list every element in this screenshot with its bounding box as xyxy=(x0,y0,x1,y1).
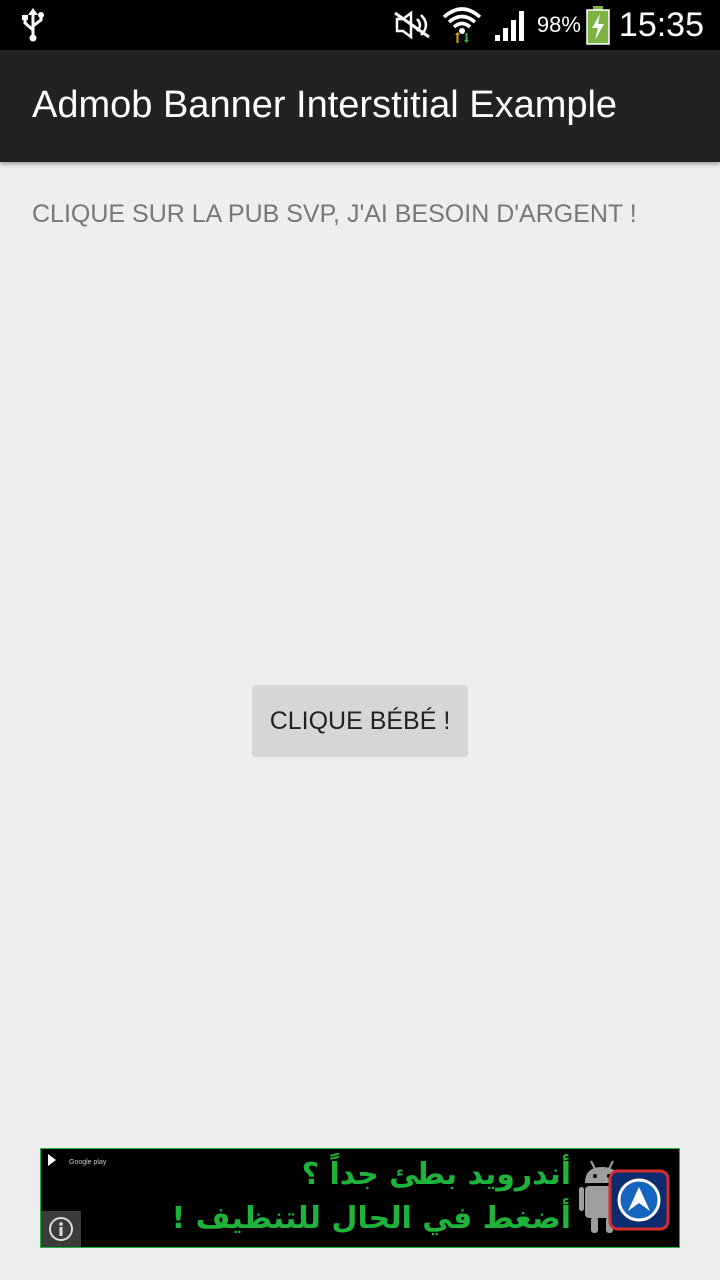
svg-text:Google play: Google play xyxy=(69,1159,107,1166)
ad-banner[interactable]: Google play أندرويد بطئ جداً ؟ أضغط في ا… xyxy=(40,1148,680,1248)
clique-bebe-button[interactable]: CLIQUE BÉBÉ ! xyxy=(252,685,468,757)
ad-subline: أضغط في الحال للتنظيف ! xyxy=(171,1201,571,1236)
signal-icon xyxy=(494,11,524,41)
status-bar: 98% 15:35 xyxy=(0,0,720,50)
booster-app-icon xyxy=(608,1169,670,1231)
usb-icon xyxy=(22,8,44,42)
app-title: Admob Banner Interstitial Example xyxy=(32,84,618,126)
clock: 15:35 xyxy=(618,5,704,44)
wifi-icon xyxy=(442,7,482,43)
mute-icon xyxy=(393,10,430,40)
ad-text: أندرويد بطئ جداً ؟ أضغط في الحال للتنظيف… xyxy=(131,1153,571,1241)
info-icon xyxy=(49,1217,73,1241)
message-text: CLIQUE SUR LA PUB SVP, J'AI BESOIN D'ARG… xyxy=(32,200,637,228)
battery-charging-icon xyxy=(586,6,610,45)
ad-info-button[interactable] xyxy=(41,1211,81,1247)
ad-headline: أندرويد بطئ جداً ؟ xyxy=(301,1157,571,1192)
battery-percent: 98% xyxy=(536,12,581,37)
action-bar: Admob Banner Interstitial Example xyxy=(0,50,720,162)
google-play-badge-icon: Google play xyxy=(48,1154,107,1166)
